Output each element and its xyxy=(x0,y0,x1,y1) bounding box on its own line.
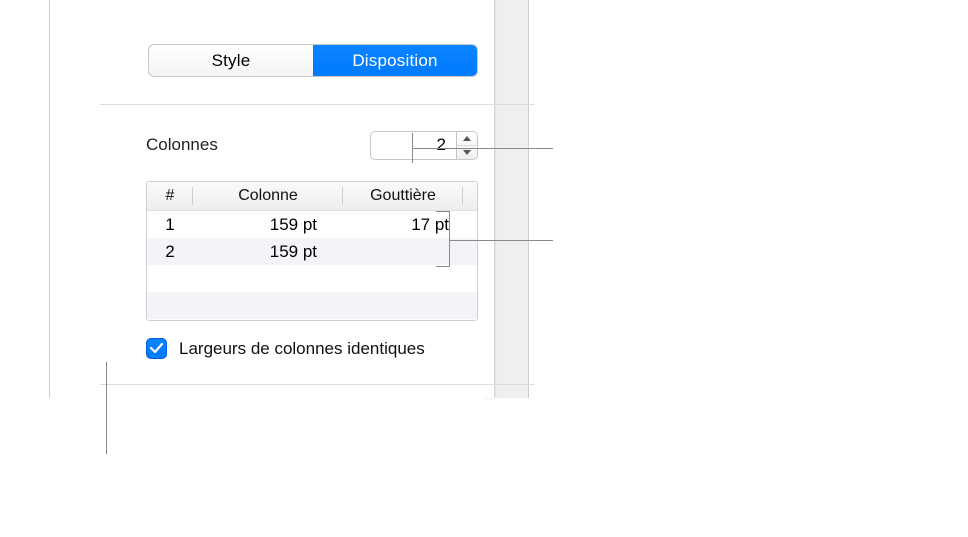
table-row[interactable]: 2 159 pt xyxy=(147,238,477,265)
columns-count-row: Colonnes xyxy=(146,130,478,160)
equal-column-width-row: Largeurs de colonnes identiques xyxy=(146,338,425,359)
columns-count-input[interactable] xyxy=(370,131,456,160)
table-empty-row xyxy=(147,292,477,319)
columns-label: Colonnes xyxy=(146,135,218,155)
columns-stepper-arrows xyxy=(456,131,478,160)
table-header-colonne[interactable]: Colonne xyxy=(193,182,343,210)
cell-row2-num: 2 xyxy=(147,242,193,262)
table-header-row: # Colonne Gouttière xyxy=(147,182,477,211)
document-page-edge xyxy=(484,0,494,398)
tab-style-label: Style xyxy=(212,51,251,71)
chevron-down-icon xyxy=(463,150,471,155)
tab-disposition[interactable]: Disposition xyxy=(313,45,477,76)
tab-disposition-label: Disposition xyxy=(352,51,437,71)
chevron-up-icon xyxy=(463,136,471,141)
columns-step-up[interactable] xyxy=(457,132,477,146)
cell-row2-col: 159 pt xyxy=(193,242,343,262)
table-empty-row xyxy=(147,265,477,292)
equal-column-width-checkbox[interactable] xyxy=(146,338,167,359)
column-widths-table: # Colonne Gouttière 1 159 pt 17 pt 2 159… xyxy=(146,181,478,321)
table-header-num[interactable]: # xyxy=(147,182,193,210)
section-divider xyxy=(100,384,534,385)
columns-stepper xyxy=(370,131,478,160)
callout-leader xyxy=(106,362,107,454)
table-row[interactable]: 1 159 pt 17 pt xyxy=(147,211,477,238)
cell-row1-num: 1 xyxy=(147,215,193,235)
callout-leader xyxy=(450,240,553,241)
cell-row1-col: 159 pt xyxy=(193,215,343,235)
checkmark-icon xyxy=(150,343,163,354)
style-disposition-tabs: Style Disposition xyxy=(148,44,478,77)
table-header-gouttiere-label: Gouttière xyxy=(370,187,436,205)
table-header-num-label: # xyxy=(166,187,175,205)
callout-bracket xyxy=(436,211,450,267)
section-divider xyxy=(100,104,534,105)
tab-style[interactable]: Style xyxy=(149,45,313,76)
table-header-gouttiere[interactable]: Gouttière xyxy=(343,182,463,210)
inspector-panel: Style Disposition Colonnes # Colonne xyxy=(50,0,484,410)
equal-column-width-label: Largeurs de colonnes identiques xyxy=(179,339,425,359)
table-header-colonne-label: Colonne xyxy=(238,187,298,205)
callout-leader xyxy=(413,148,553,149)
